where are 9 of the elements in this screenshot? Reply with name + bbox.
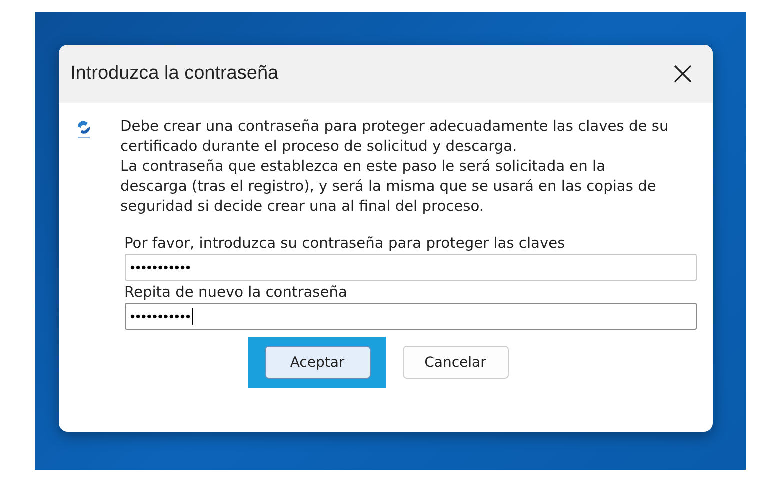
- dialog-button[interactable]: Cancelar: [402, 346, 508, 379]
- window-title: Introduzca la contraseña: [70, 63, 279, 85]
- message-text: Debe crear una contraseña para proteger adecuadamente las claves de su certificado durante el proceso de solicitud y descarga. La contraseña que establezca en este paso le será solicitada en la descarga (tras el registro), y será la misma que se usará en las copias de seguridad si decide crear una al final del proceso.: [120, 117, 669, 217]
- password-field[interactable]: •••••••••••: [124, 254, 696, 281]
- close-icon[interactable]: [672, 64, 692, 84]
- dialog-button[interactable]: Aceptar: [264, 346, 370, 379]
- field-label: Por favor, introduzca su contraseña para proteger las claves: [124, 235, 566, 252]
- field-label: Repita de nuevo la contraseña: [124, 284, 348, 301]
- password-field[interactable]: •••••••••••: [124, 303, 696, 330]
